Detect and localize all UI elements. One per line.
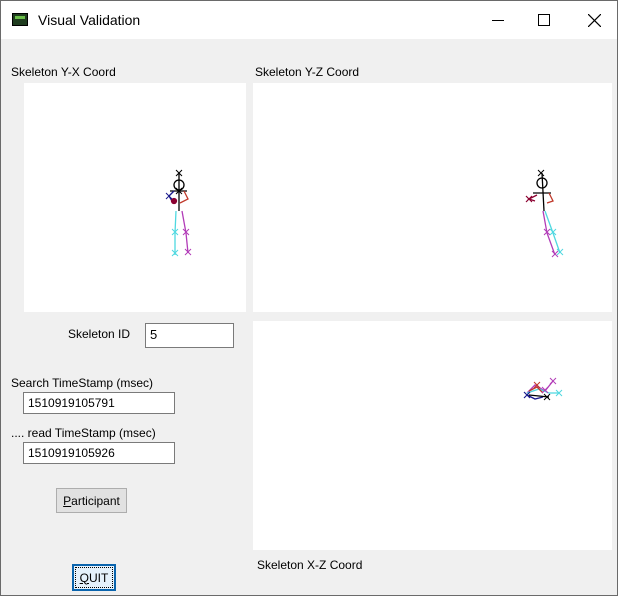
skeleton-figure	[525, 169, 564, 258]
read-timestamp-label: .... read TimeStamp (msec)	[11, 426, 156, 440]
app-icon	[12, 13, 28, 26]
main-window: Visual Validation Skeleton Y-X Coord Ske…	[0, 0, 618, 596]
minimize-icon	[492, 20, 504, 21]
title-bar[interactable]: Visual Validation	[1, 1, 617, 39]
skeleton-figure	[165, 169, 192, 257]
yz-plot-panel	[253, 83, 612, 312]
yz-skeleton-plot	[525, 169, 564, 258]
participant-button[interactable]: Participant	[56, 488, 127, 513]
close-button[interactable]	[571, 1, 617, 39]
yx-skeleton-plot	[165, 169, 192, 257]
close-icon	[587, 13, 601, 27]
xz-skeleton-plot	[523, 377, 563, 401]
quit-button[interactable]: Q UIT	[72, 564, 116, 591]
window-title: Visual Validation	[38, 12, 141, 28]
yx-panel-label: Skeleton Y-X Coord	[11, 65, 116, 79]
participant-accel: P	[63, 493, 72, 508]
xz-panel-label: Skeleton X-Z Coord	[257, 558, 363, 572]
quit-accel: Q	[79, 570, 89, 585]
search-timestamp-label: Search TimeStamp (msec)	[11, 376, 154, 390]
xz-plot-panel	[253, 321, 612, 550]
minimize-button[interactable]	[475, 1, 521, 39]
yx-plot-panel	[24, 83, 246, 312]
read-timestamp-field[interactable]: 1510919105926	[23, 442, 175, 464]
participant-label: articipant	[71, 493, 120, 508]
quit-label: UIT	[89, 570, 109, 585]
yz-panel-label: Skeleton Y-Z Coord	[255, 65, 360, 79]
skeleton-id-label: Skeleton ID	[68, 327, 131, 341]
maximize-icon	[538, 14, 550, 26]
skeleton-id-field[interactable]: 5	[145, 323, 234, 348]
skeleton-figure	[523, 377, 563, 401]
maximize-button[interactable]	[521, 1, 567, 39]
search-timestamp-field[interactable]: 1510919105791	[23, 392, 175, 414]
